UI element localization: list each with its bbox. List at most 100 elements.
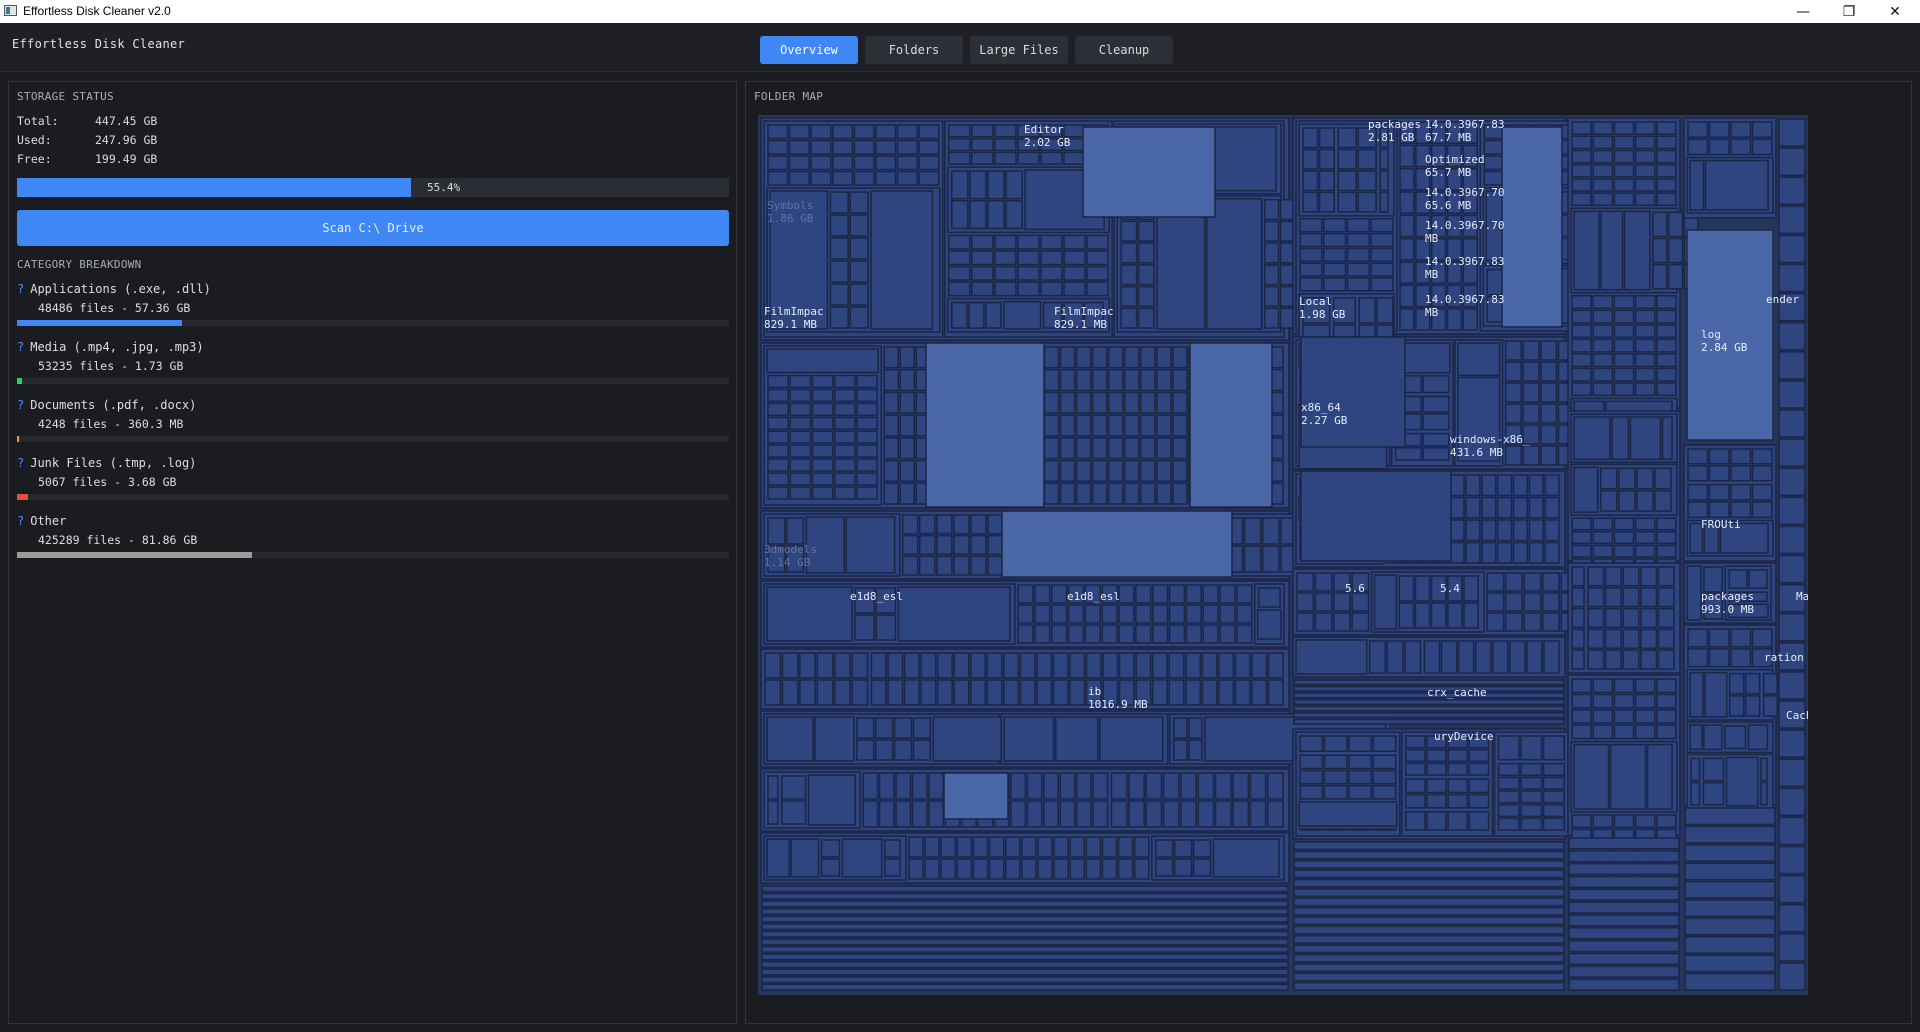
treemap-tile[interactable] <box>883 414 899 437</box>
treemap-tile[interactable] <box>1568 862 1680 876</box>
treemap-tile[interactable] <box>1778 467 1806 497</box>
treemap-tile[interactable] <box>918 155 940 171</box>
treemap-tile[interactable] <box>988 858 1005 880</box>
treemap-tile[interactable] <box>1267 652 1284 679</box>
treemap-tile[interactable] <box>789 472 812 486</box>
treemap-tile[interactable] <box>1173 858 1193 877</box>
treemap-tile[interactable] <box>1107 482 1124 505</box>
treemap-tile[interactable] <box>1232 800 1250 828</box>
treemap-folder[interactable] <box>766 586 853 642</box>
treemap-folder[interactable] <box>1298 801 1398 827</box>
treemap-tile[interactable] <box>1568 901 1680 914</box>
treemap-tile[interactable] <box>875 124 897 140</box>
treemap-tile[interactable] <box>1592 517 1614 531</box>
treemap-tile[interactable] <box>1139 482 1156 505</box>
treemap-tile[interactable] <box>856 472 878 486</box>
tab-folders[interactable]: Folders <box>865 36 963 64</box>
treemap-tile[interactable] <box>1592 149 1614 164</box>
treemap-tile[interactable] <box>1034 624 1051 644</box>
treemap-tile[interactable] <box>1656 163 1677 178</box>
treemap-tile[interactable] <box>1372 769 1397 785</box>
treemap-tile[interactable] <box>948 265 971 281</box>
treemap-tile[interactable] <box>1059 482 1076 505</box>
treemap-tile[interactable] <box>986 679 1003 706</box>
treemap-tile[interactable] <box>1405 793 1426 809</box>
treemap-tile[interactable] <box>911 800 928 828</box>
treemap-tile[interactable] <box>1540 445 1558 466</box>
treemap-tile[interactable] <box>1778 933 1806 962</box>
treemap-tile[interactable] <box>1778 758 1806 788</box>
treemap-tile[interactable] <box>1086 265 1109 281</box>
treemap-tile[interactable] <box>1019 679 1036 706</box>
treemap-tile[interactable] <box>1540 361 1558 382</box>
treemap-tile[interactable] <box>1568 927 1680 940</box>
treemap-tile[interactable] <box>1133 858 1150 880</box>
treemap-tile[interactable] <box>1323 735 1348 752</box>
treemap-tile[interactable] <box>1592 324 1614 339</box>
treemap-tile[interactable] <box>1075 437 1092 460</box>
treemap-tile[interactable] <box>1261 545 1280 573</box>
treemap-tile[interactable] <box>1043 459 1060 483</box>
treemap-tile[interactable] <box>761 923 1289 931</box>
treemap-tile[interactable] <box>940 858 957 880</box>
treemap-tile[interactable] <box>951 200 969 230</box>
treemap-tile[interactable] <box>1040 234 1063 250</box>
treemap-tile[interactable] <box>1370 232 1394 248</box>
treemap-tile[interactable] <box>1760 757 1768 782</box>
treemap-tile[interactable] <box>1120 242 1138 264</box>
treemap-tile[interactable] <box>895 772 912 800</box>
treemap-tile[interactable] <box>1414 575 1431 602</box>
treemap-tile[interactable] <box>1075 482 1092 505</box>
treemap-tile[interactable] <box>1139 459 1156 483</box>
treemap-tile[interactable] <box>1778 205 1806 235</box>
treemap-tile[interactable] <box>1120 307 1138 329</box>
treemap-tile[interactable] <box>1266 800 1284 828</box>
treemap-tile[interactable] <box>1398 602 1415 629</box>
treemap-tile[interactable] <box>1568 850 1680 863</box>
treemap-tile[interactable] <box>1652 211 1668 238</box>
treemap-tile[interactable] <box>883 839 901 858</box>
treemap-tile[interactable] <box>1656 309 1677 324</box>
treemap-tile[interactable] <box>936 514 953 535</box>
treemap-tile[interactable] <box>853 170 875 186</box>
treemap-tile[interactable] <box>1185 584 1202 604</box>
treemap-tile[interactable] <box>1542 776 1565 790</box>
treemap-tile[interactable] <box>1249 800 1267 828</box>
treemap-tile[interactable] <box>970 534 987 556</box>
treemap-tile[interactable] <box>1592 309 1614 324</box>
treemap-tile[interactable] <box>1063 234 1086 250</box>
treemap-tile[interactable] <box>936 534 953 556</box>
treemap-tile[interactable] <box>1634 178 1656 192</box>
treemap-tile[interactable] <box>1185 679 1202 706</box>
treemap-tile[interactable] <box>1299 769 1324 785</box>
treemap-tile[interactable] <box>912 717 932 739</box>
treemap-tile[interactable] <box>1192 858 1212 877</box>
treemap-tile[interactable] <box>1592 295 1614 310</box>
treemap-tile[interactable] <box>1017 624 1034 644</box>
treemap-tile[interactable] <box>948 250 971 266</box>
treemap-tile[interactable] <box>1684 972 1776 991</box>
treemap-tile[interactable] <box>1137 285 1155 308</box>
treemap-tile[interactable] <box>1496 519 1513 542</box>
treemap-tile[interactable] <box>1778 816 1806 846</box>
treemap-tile[interactable] <box>1654 467 1672 490</box>
treemap-tile[interactable] <box>883 459 899 483</box>
treemap-tile[interactable] <box>1180 772 1197 800</box>
treemap-tile[interactable] <box>767 517 786 545</box>
treemap-tile[interactable] <box>972 858 989 880</box>
treemap-tile[interactable] <box>1687 483 1709 501</box>
treemap-tile[interactable] <box>1762 672 1778 695</box>
treemap-tile[interactable] <box>1426 811 1447 831</box>
treemap-tile[interactable] <box>1486 592 1505 612</box>
treemap-tile[interactable] <box>1003 679 1020 706</box>
treemap-tile[interactable] <box>1188 739 1203 761</box>
treemap-tile[interactable] <box>767 139 789 155</box>
treemap-tile[interactable] <box>764 652 782 679</box>
treemap-tile[interactable] <box>883 858 901 877</box>
treemap-tile[interactable] <box>1684 862 1776 881</box>
treemap-tile[interactable] <box>971 151 994 165</box>
treemap-tile[interactable] <box>1622 649 1640 670</box>
treemap-tile[interactable] <box>764 679 782 706</box>
treemap-tile[interactable] <box>1708 121 1730 139</box>
treemap-tile[interactable] <box>767 402 789 417</box>
